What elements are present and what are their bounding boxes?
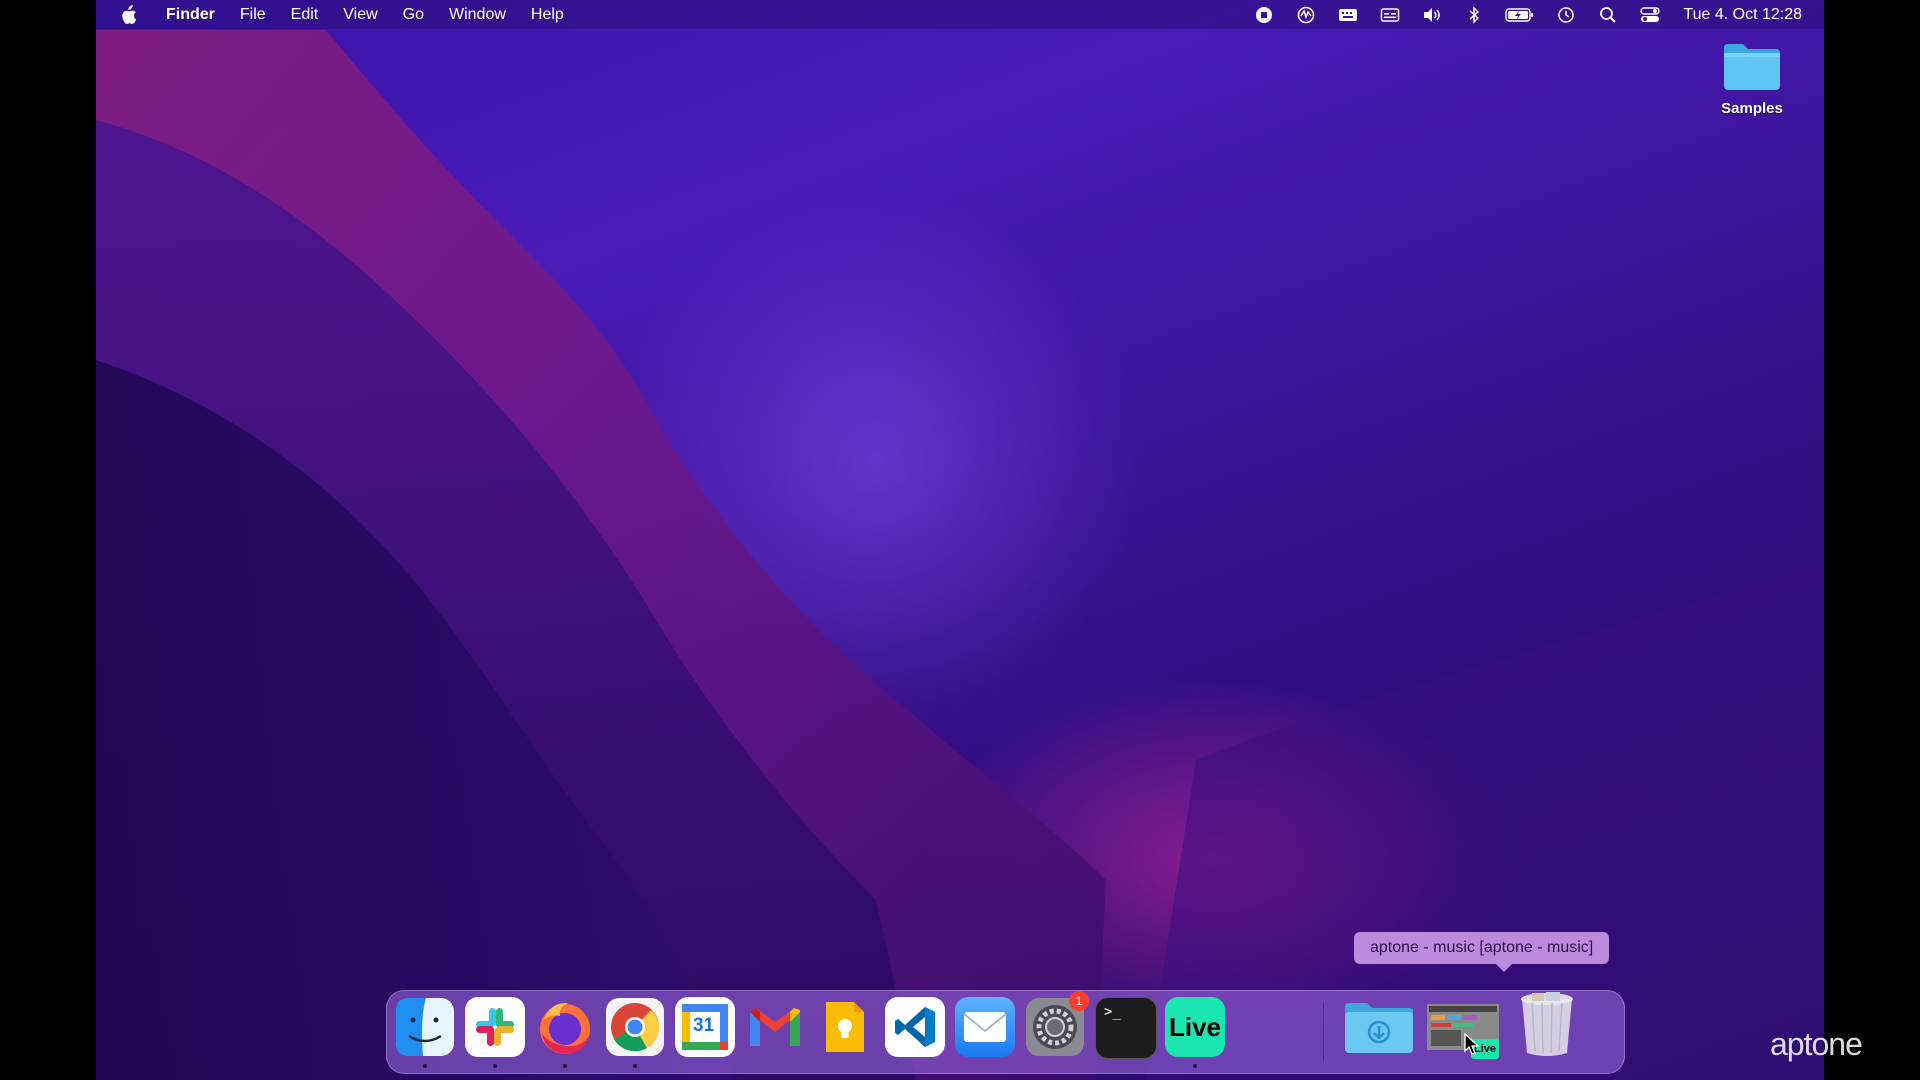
time-machine-icon[interactable] xyxy=(1555,6,1577,24)
dock-item-slack[interactable] xyxy=(465,997,525,1057)
ableton-live-icon: Live xyxy=(1168,1011,1222,1042)
dock-item-ableton-live[interactable]: Live xyxy=(1165,997,1225,1057)
desktop-screen: Finder File Edit View Go Window Help Tue… xyxy=(96,0,1824,1080)
firefox-icon xyxy=(540,1002,590,1054)
menu-go[interactable]: Go xyxy=(403,6,424,24)
dock-item-finder[interactable] xyxy=(395,997,455,1057)
gmail-icon xyxy=(750,1008,800,1046)
trash-icon xyxy=(1521,992,1573,1056)
dock-item-terminal[interactable]: >_ xyxy=(1095,997,1157,1059)
dock-separator xyxy=(1323,1003,1324,1061)
wallpaper xyxy=(96,30,1824,1080)
dock-item-downloads[interactable] xyxy=(1343,997,1415,1057)
slack-icon xyxy=(476,1008,514,1046)
terminal-icon: >_ xyxy=(1104,1004,1121,1020)
activity-icon[interactable] xyxy=(1295,6,1317,24)
cursor-icon xyxy=(1464,1033,1480,1055)
menu-clock[interactable]: Tue 4. Oct 12:28 xyxy=(1683,6,1802,24)
running-indicator xyxy=(633,1064,637,1068)
running-indicator xyxy=(493,1064,497,1068)
dock-item-chrome[interactable] xyxy=(605,997,665,1057)
menu-app-finder[interactable]: Finder xyxy=(166,6,215,24)
status-area: Tue 4. Oct 12:28 xyxy=(1233,6,1802,24)
mail-icon xyxy=(963,1012,1007,1042)
bluetooth-icon[interactable] xyxy=(1463,5,1485,24)
dock-item-aptone-music[interactable]: Live xyxy=(1427,997,1499,1059)
control-center-icon[interactable] xyxy=(1639,6,1661,24)
finder-icon xyxy=(396,998,454,1056)
apple-logo-icon[interactable] xyxy=(118,4,138,25)
chrome-icon xyxy=(606,998,664,1056)
dock-item-mail[interactable] xyxy=(955,997,1015,1057)
menu-bar: Finder File Edit View Go Window Help Tue… xyxy=(96,0,1824,29)
screen-record-icon[interactable] xyxy=(1253,6,1275,24)
dock-item-vscode[interactable] xyxy=(885,997,945,1057)
keep-icon xyxy=(826,1002,864,1052)
dock-item-calendar[interactable]: 31 xyxy=(675,997,735,1057)
dock-tooltip: aptone - music [aptone - music] xyxy=(1354,932,1610,972)
dock: 31 1 >_ Live Live xyxy=(386,990,1625,1074)
menu-help[interactable]: Help xyxy=(531,6,564,24)
volume-icon[interactable] xyxy=(1421,6,1443,24)
dock-item-system-preferences[interactable]: 1 xyxy=(1025,991,1089,1057)
captions-icon[interactable] xyxy=(1379,6,1401,24)
menu-view[interactable]: View xyxy=(343,6,377,24)
desktop-folder-samples[interactable]: Samples xyxy=(1707,40,1797,117)
running-indicator xyxy=(423,1064,427,1068)
desktop-folder-label: Samples xyxy=(1721,100,1783,117)
aptone-watermark: aptone xyxy=(1770,1026,1863,1062)
keyboard-icon[interactable] xyxy=(1337,6,1359,24)
dock-item-firefox[interactable] xyxy=(535,997,595,1057)
running-indicator xyxy=(1193,1064,1197,1068)
notification-badge: 1 xyxy=(1069,991,1089,1011)
menu-edit[interactable]: Edit xyxy=(291,6,319,24)
calendar-date: 31 xyxy=(693,1015,715,1036)
dock-item-trash[interactable] xyxy=(1517,992,1577,1057)
dock-item-gmail[interactable] xyxy=(745,997,805,1057)
battery-icon[interactable] xyxy=(1505,6,1535,24)
downloads-folder-icon xyxy=(1345,1003,1413,1053)
vscode-icon xyxy=(895,1007,935,1047)
folder-icon xyxy=(1721,40,1783,94)
menu-file[interactable]: File xyxy=(240,6,266,24)
menu-window[interactable]: Window xyxy=(449,6,506,24)
dock-item-keep[interactable] xyxy=(815,997,875,1057)
spotlight-icon[interactable] xyxy=(1597,6,1619,24)
running-indicator xyxy=(563,1064,567,1068)
